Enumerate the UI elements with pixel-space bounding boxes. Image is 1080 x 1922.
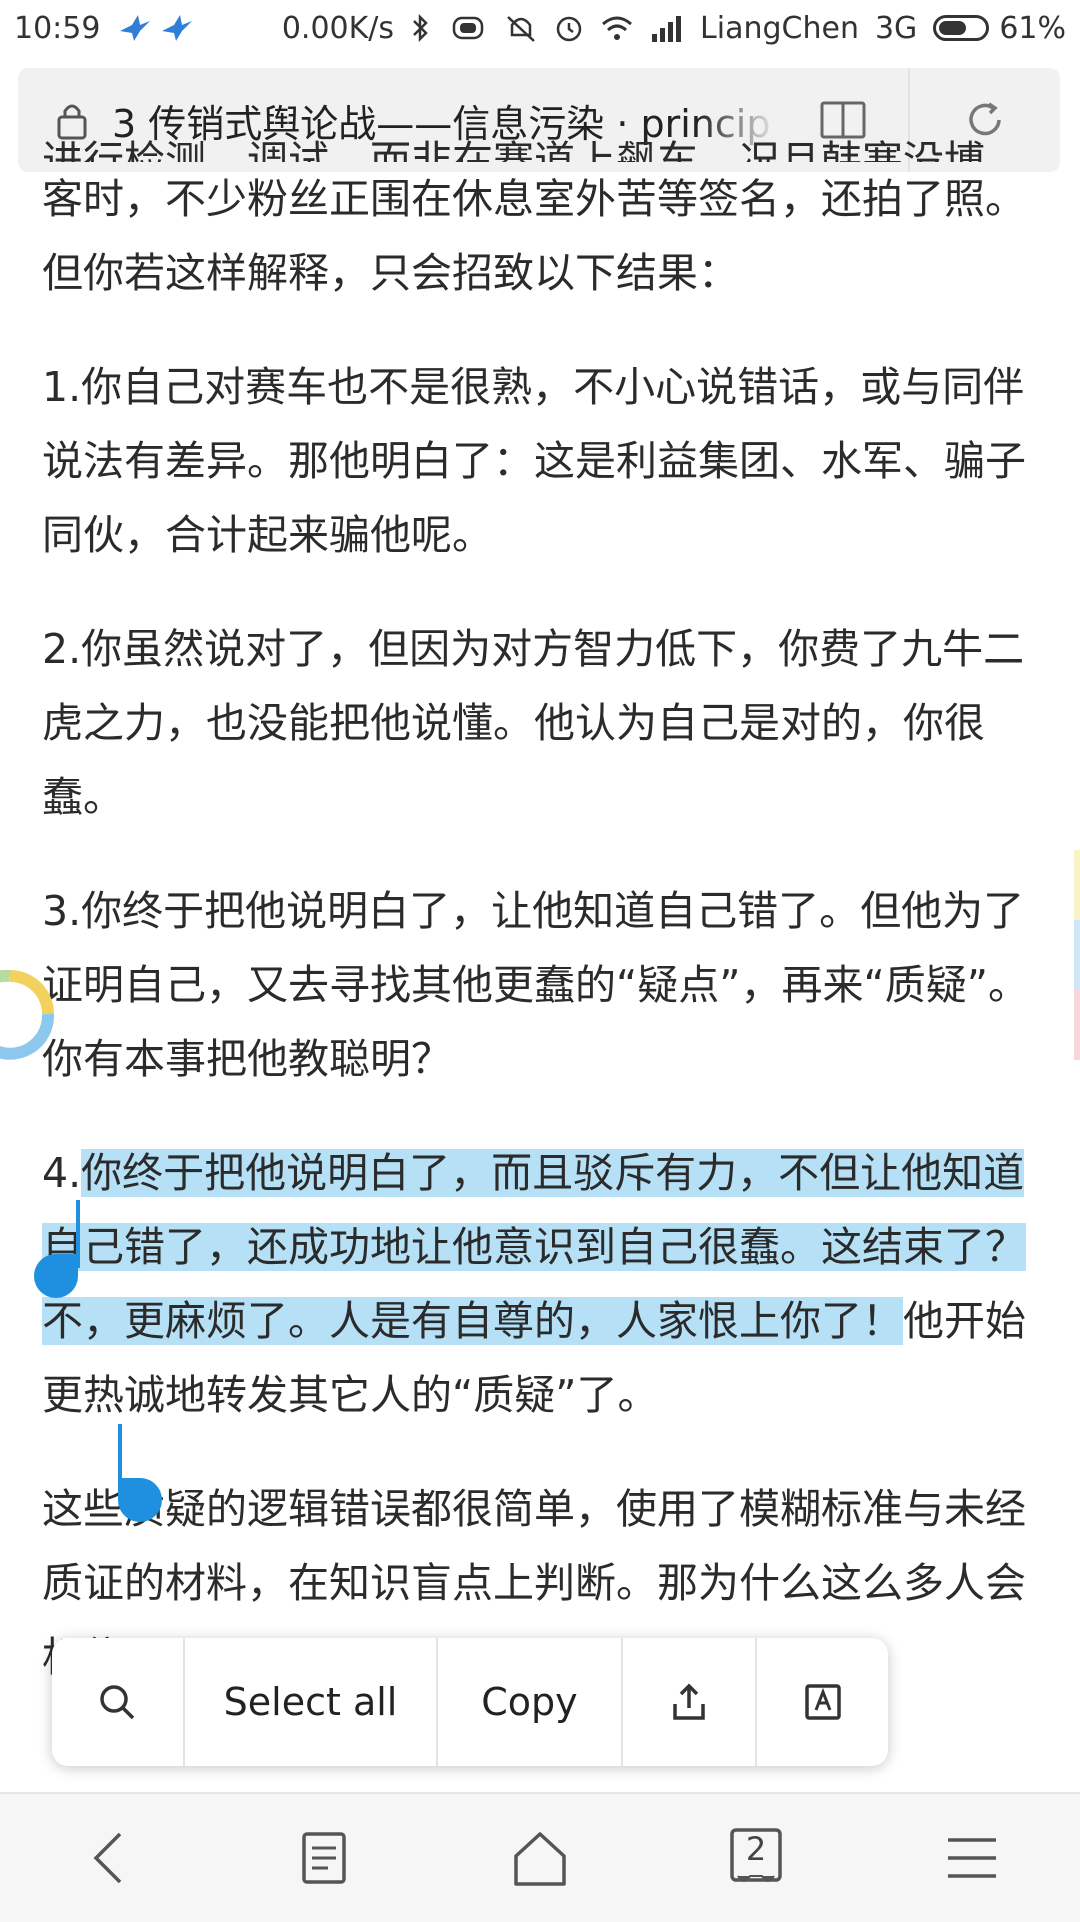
- text-selection-menu: Select all Copy: [52, 1638, 888, 1766]
- scroll-indicator: [1074, 850, 1080, 1060]
- paragraph: 3.你终于把他说明白了，让他知道自己错了。但他为了证明自己，又去寻找其他更蠢的“…: [42, 887, 1029, 1083]
- selection-start-handle[interactable]: [34, 1254, 78, 1298]
- search-icon: [100, 1685, 135, 1720]
- status-bar: 10:59 0.00K/s LiangChen 3G 61%: [0, 0, 1080, 56]
- search-button[interactable]: [52, 1638, 185, 1766]
- net-speed: 0.00K/s: [281, 10, 395, 46]
- home-icon: [514, 1832, 566, 1886]
- bird-notification-icon: [118, 13, 152, 43]
- network-type: 3G: [874, 10, 918, 46]
- bookmarks-button[interactable]: [264, 1808, 384, 1908]
- partially-hidden-line: 进行检测、调试，而非在赛道上飙车。况且韩寒没博: [42, 137, 985, 162]
- paragraph: 2.你虽然说对了，但因为对方智力低下，你费了九牛二虎之力，也没能把他说懂。他认为…: [42, 625, 1025, 821]
- carrier-name: LiangChen: [700, 10, 859, 46]
- home-button[interactable]: [480, 1808, 600, 1908]
- tabs-count: 2: [745, 1830, 767, 1868]
- signal-icon: [650, 14, 684, 42]
- translate-button[interactable]: [757, 1638, 888, 1766]
- translate-icon: [804, 1684, 841, 1720]
- bird-notification-icon-2: [160, 13, 194, 43]
- mute-icon: [504, 13, 538, 43]
- selection-end-handle[interactable]: [118, 1478, 162, 1522]
- back-arrow-icon: [93, 1832, 122, 1884]
- bottom-navigation: 2: [0, 1792, 1080, 1922]
- select-all-button[interactable]: Select all: [185, 1638, 439, 1766]
- floating-ball-icon[interactable]: [0, 964, 60, 1064]
- status-time: 10:59: [14, 10, 101, 46]
- back-button[interactable]: [48, 1808, 168, 1908]
- menu-button[interactable]: [912, 1808, 1032, 1908]
- copy-button[interactable]: Copy: [438, 1638, 623, 1766]
- bluetooth-icon: [410, 13, 432, 43]
- tabs-button[interactable]: 2: [696, 1808, 816, 1908]
- wifi-icon: [600, 13, 634, 43]
- paragraph-with-selection[interactable]: 4.你终于把他说明白了，而且驳斥有力，不但让他知道自己错了，还成功地让他意识到自…: [42, 1136, 1042, 1432]
- vibrate-icon: [448, 13, 488, 43]
- paragraph: 客时，不少粉丝正围在休息室外苦等签名，还拍了照。但你若这样解释，只会招致以下结果…: [42, 175, 1026, 297]
- paragraph: 1.你自己对赛车也不是很熟，不小心说错话，或与同伴说法有差异。那他明白了：这是利…: [42, 363, 1026, 559]
- battery-percent: 61%: [999, 10, 1066, 46]
- menu-icon: [948, 1838, 996, 1878]
- alarm-icon: [554, 13, 584, 43]
- share-icon: [673, 1683, 705, 1720]
- share-button[interactable]: [623, 1638, 758, 1766]
- document-icon: [302, 1832, 346, 1884]
- battery-icon: [933, 15, 995, 41]
- article-content: 进行检测、调试，而非在赛道上飙车。况且韩寒没博 客时，不少粉丝正围在休息室外苦等…: [42, 137, 1042, 1734]
- list-number: 4.: [42, 1149, 82, 1197]
- selected-text[interactable]: 你终于把他说明白了，而且驳斥有力，不但让他知道自己错了，还成功地让他意识到自己很…: [42, 1149, 1026, 1345]
